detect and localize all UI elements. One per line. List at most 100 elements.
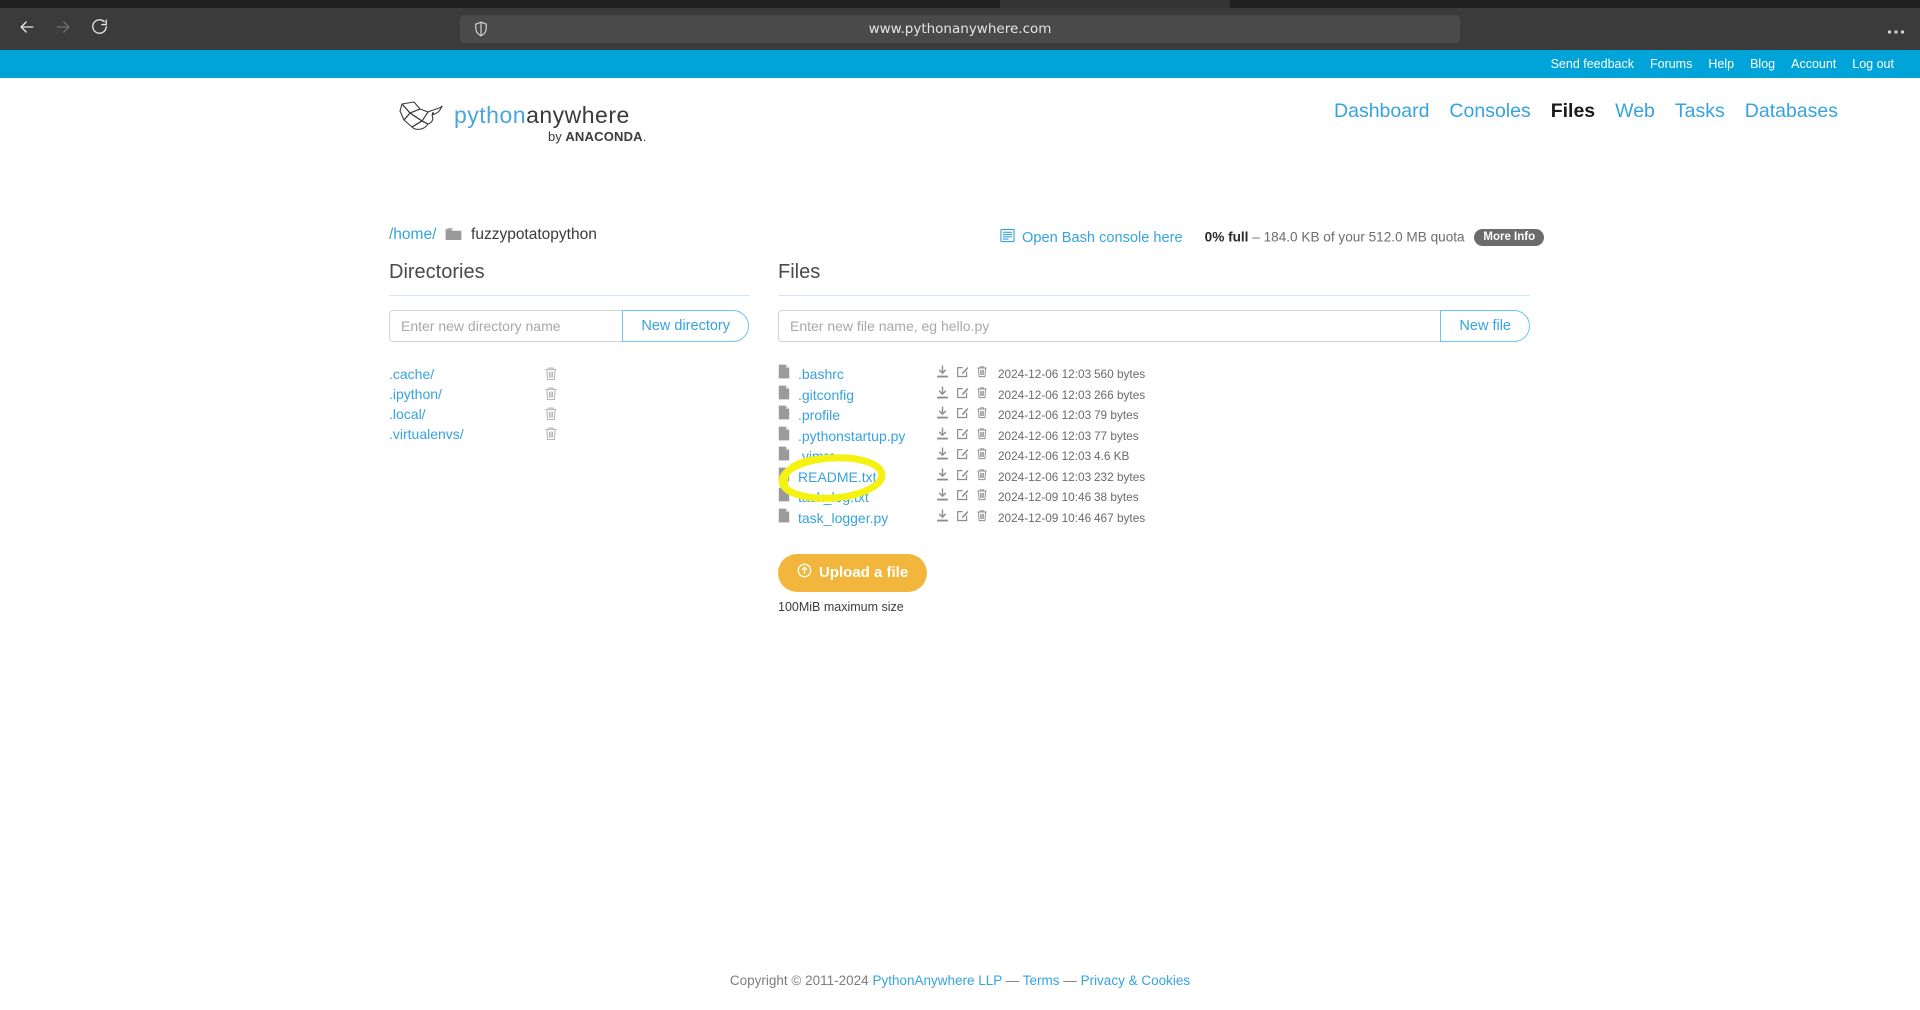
page-content: pythonanywhere by ANACONDA. Dashboard Co…: [0, 78, 1920, 1010]
nav-item-web[interactable]: Web: [1615, 100, 1655, 123]
back-button[interactable]: [14, 17, 40, 43]
file-icon: [778, 487, 793, 507]
edit-pencil-icon[interactable]: [956, 365, 969, 383]
trash-icon[interactable]: [976, 447, 988, 465]
download-icon[interactable]: [936, 427, 949, 445]
download-icon[interactable]: [936, 447, 949, 465]
trash-icon[interactable]: [976, 427, 988, 445]
nav-item-consoles[interactable]: Consoles: [1449, 100, 1530, 123]
forward-button[interactable]: [50, 17, 76, 43]
edit-pencil-icon[interactable]: [956, 509, 969, 527]
edit-pencil-icon[interactable]: [956, 468, 969, 486]
edit-pencil-icon[interactable]: [956, 406, 969, 424]
table-row: .bashrc 2024-12-06 12:03 560 bytes: [778, 364, 1530, 385]
trash-icon[interactable]: [976, 365, 988, 383]
site-logo[interactable]: pythonanywhere by ANACONDA.: [398, 96, 658, 151]
file-icon: [778, 364, 793, 384]
download-icon[interactable]: [936, 488, 949, 506]
tab-background-right: [1230, 0, 1920, 8]
reload-button[interactable]: [86, 17, 112, 43]
download-icon[interactable]: [936, 468, 949, 486]
url-bar[interactable]: www.pythonanywhere.com: [460, 15, 1460, 43]
trash-icon[interactable]: [544, 426, 560, 442]
edit-pencil-icon[interactable]: [956, 427, 969, 445]
download-icon[interactable]: [936, 509, 949, 527]
more-info-badge[interactable]: More Info: [1474, 229, 1544, 247]
file-date: 2024-12-06 12:03: [998, 367, 1094, 381]
download-icon[interactable]: [936, 365, 949, 383]
breadcrumb-home-link[interactable]: /home/: [389, 226, 436, 243]
download-icon[interactable]: [936, 406, 949, 424]
file-link-profile[interactable]: .profile: [798, 407, 936, 423]
nav-item-databases[interactable]: Databases: [1745, 100, 1838, 123]
tab-active[interactable]: [1000, 0, 1230, 8]
site-top-bar: Send feedback Forums Help Blog Account L…: [0, 50, 1920, 78]
main-navigation: Dashboard Consoles Files Web Tasks Datab…: [1334, 100, 1838, 123]
footer-privacy-link[interactable]: Privacy & Cookies: [1081, 973, 1191, 988]
directory-link-cache[interactable]: .cache/: [389, 366, 544, 382]
quota-dash: –: [1252, 229, 1260, 244]
file-link-bashrc[interactable]: .bashrc: [798, 366, 936, 382]
top-link-log-out[interactable]: Log out: [1852, 57, 1894, 71]
forward-arrow-icon: [53, 17, 73, 37]
footer: Copyright © 2011-2024 PythonAnywhere LLP…: [0, 973, 1920, 988]
new-directory-row: New directory: [389, 310, 749, 342]
directory-link-virtualenvs[interactable]: .virtualenvs/: [389, 426, 544, 442]
directories-panel: Directories New directory .cache/: [389, 261, 749, 444]
footer-terms-link[interactable]: Terms: [1023, 973, 1060, 988]
browser-menu-button[interactable]: [1886, 22, 1906, 36]
upload-block: Upload a file 100MiB maximum size: [778, 554, 1530, 614]
new-directory-input[interactable]: [389, 310, 622, 342]
tab-strip[interactable]: [0, 0, 1920, 8]
tab-background-left: [0, 0, 1000, 8]
trash-icon[interactable]: [976, 468, 988, 486]
trash-icon[interactable]: [976, 386, 988, 404]
file-link-task-log[interactable]: task_log.txt: [798, 489, 936, 505]
file-link-readme[interactable]: README.txt: [798, 469, 936, 485]
nav-item-files[interactable]: Files: [1551, 100, 1595, 123]
table-row: task_log.txt 2024-12-09 10:46 38 bytes: [778, 487, 1530, 508]
trash-icon[interactable]: [976, 509, 988, 527]
file-date: 2024-12-09 10:46: [998, 511, 1094, 525]
top-link-account[interactable]: Account: [1791, 57, 1836, 71]
new-directory-button[interactable]: New directory: [622, 310, 749, 342]
trash-icon[interactable]: [976, 406, 988, 424]
upload-a-file-button[interactable]: Upload a file: [778, 554, 927, 592]
trash-icon[interactable]: [544, 406, 560, 422]
footer-copyright: Copyright © 2011-2024: [730, 973, 873, 988]
folder-icon: [445, 227, 462, 246]
new-file-input[interactable]: [778, 310, 1440, 342]
table-row: .profile 2024-12-06 12:03 79 bytes: [778, 405, 1530, 426]
file-link-task-logger[interactable]: task_logger.py: [798, 510, 936, 526]
directory-row: .ipython/: [389, 384, 749, 404]
trash-icon[interactable]: [544, 386, 560, 402]
top-link-send-feedback[interactable]: Send feedback: [1551, 57, 1634, 71]
nav-item-tasks[interactable]: Tasks: [1675, 100, 1725, 123]
file-link-vimrc[interactable]: .vimrc: [798, 448, 936, 464]
directory-link-local[interactable]: .local/: [389, 406, 544, 422]
file-link-gitconfig[interactable]: .gitconfig: [798, 387, 936, 403]
new-file-button[interactable]: New file: [1440, 310, 1530, 342]
logo-by-prefix: by: [548, 129, 565, 144]
directory-link-ipython[interactable]: .ipython/: [389, 386, 544, 402]
file-size: 77 bytes: [1094, 429, 1139, 443]
top-link-forums[interactable]: Forums: [1650, 57, 1692, 71]
file-link-pythonstartup[interactable]: .pythonstartup.py: [798, 428, 936, 444]
download-icon[interactable]: [936, 386, 949, 404]
top-link-blog[interactable]: Blog: [1750, 57, 1775, 71]
edit-pencil-icon[interactable]: [956, 386, 969, 404]
table-row: README.txt 2024-12-06 12:03 232 bytes: [778, 467, 1530, 488]
edit-pencil-icon[interactable]: [956, 447, 969, 465]
top-link-help[interactable]: Help: [1708, 57, 1734, 71]
open-bash-console-link[interactable]: Open Bash console here: [1000, 228, 1183, 247]
footer-company-link[interactable]: PythonAnywhere LLP: [872, 973, 1002, 988]
open-bash-console-label: Open Bash console here: [1022, 230, 1183, 246]
file-actions: [936, 365, 998, 383]
nav-item-dashboard[interactable]: Dashboard: [1334, 100, 1429, 123]
edit-pencil-icon[interactable]: [956, 488, 969, 506]
logo-by-anaconda: by ANACONDA.: [548, 129, 646, 144]
trash-icon[interactable]: [544, 366, 560, 382]
url-text: www.pythonanywhere.com: [460, 15, 1460, 43]
quota-usage: 184.0 KB of your 512.0 MB quota: [1264, 229, 1465, 244]
trash-icon[interactable]: [976, 488, 988, 506]
